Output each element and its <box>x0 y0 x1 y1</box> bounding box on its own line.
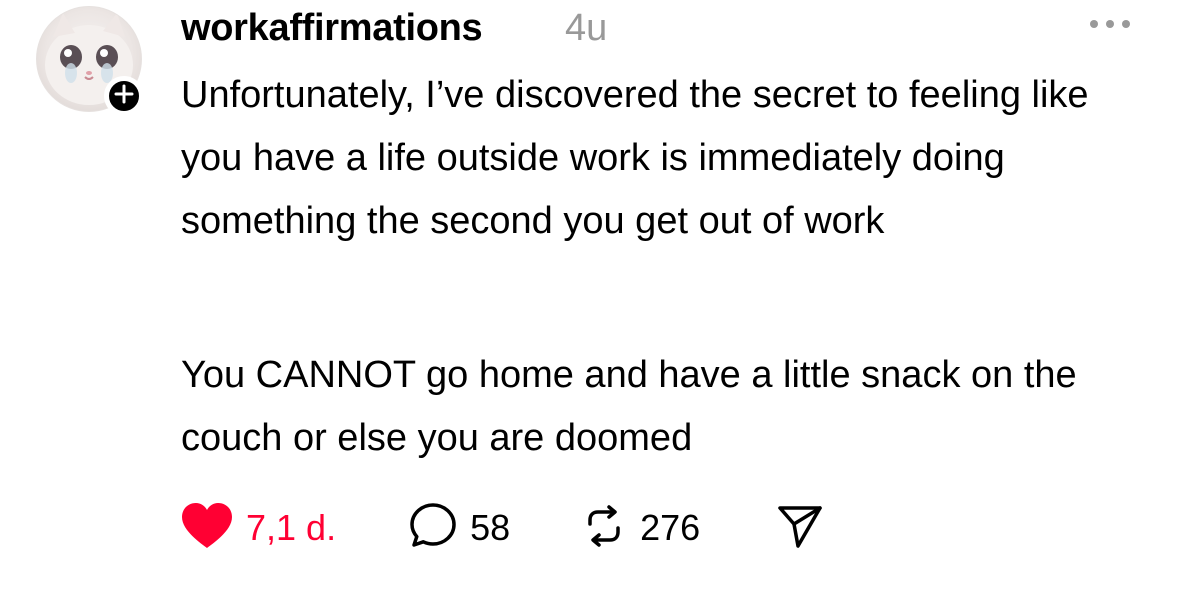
post-timestamp: 4u <box>565 7 608 49</box>
action-bar: 7,1 d. 58 276 <box>180 500 824 556</box>
send-icon <box>776 502 824 555</box>
more-options-button[interactable] <box>1084 12 1136 40</box>
post-text-paragraph-1: Unfortunately, I’ve discovered the secre… <box>181 74 1089 242</box>
comment-button[interactable]: 58 <box>408 500 510 556</box>
like-count: 7,1 d. <box>246 507 337 548</box>
plus-icon <box>114 84 134 109</box>
repost-arrows-icon <box>580 502 628 555</box>
avatar-container <box>36 6 144 116</box>
comment-count: 58 <box>470 507 511 548</box>
heart-icon <box>180 502 234 555</box>
username-link[interactable]: workaffirmations <box>181 6 483 50</box>
repost-count: 276 <box>640 507 701 548</box>
share-button[interactable] <box>776 502 824 555</box>
more-dots-icon <box>1086 17 1134 35</box>
comment-bubble-icon <box>408 501 458 556</box>
thread-post: workaffirmations 4u Unfortunately, I’ve … <box>0 0 1179 594</box>
like-button[interactable]: 7,1 d. <box>180 500 336 556</box>
follow-button[interactable] <box>104 76 144 116</box>
post-text-paragraph-2: You CANNOT go home and have a little sna… <box>181 354 1077 459</box>
repost-button[interactable]: 276 <box>580 500 700 556</box>
